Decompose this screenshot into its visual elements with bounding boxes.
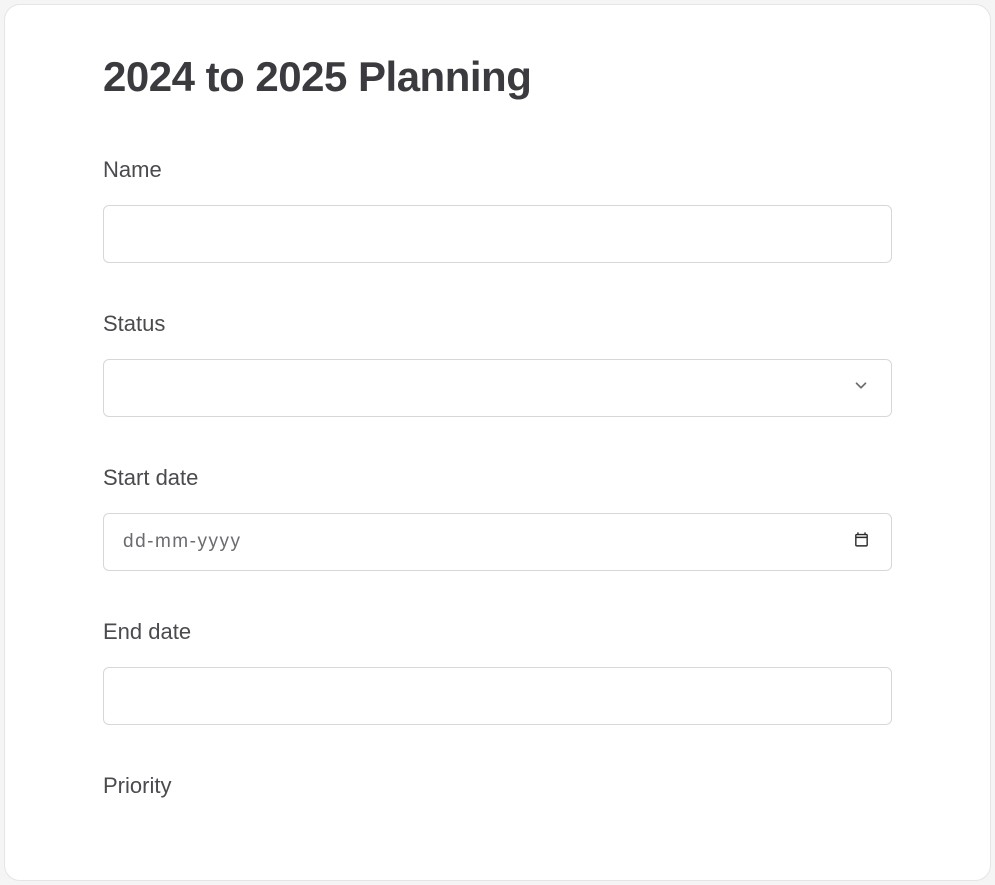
- field-status: Status: [103, 311, 892, 417]
- field-name: Name: [103, 157, 892, 263]
- start-date-display[interactable]: [103, 513, 892, 571]
- field-start-date: Start date dd-mm-yyyy: [103, 465, 892, 571]
- end-date-input[interactable]: [103, 667, 892, 725]
- end-date-label: End date: [103, 619, 892, 645]
- priority-label: Priority: [103, 773, 892, 799]
- name-label: Name: [103, 157, 892, 183]
- form-card: 2024 to 2025 Planning Name Status Start …: [4, 4, 991, 881]
- start-date-label: Start date: [103, 465, 892, 491]
- start-date-wrap: dd-mm-yyyy: [103, 513, 892, 571]
- page-title: 2024 to 2025 Planning: [103, 53, 892, 101]
- status-label: Status: [103, 311, 892, 337]
- status-select[interactable]: [103, 359, 892, 417]
- field-priority: Priority: [103, 773, 892, 799]
- field-end-date: End date: [103, 619, 892, 725]
- status-select-wrap: [103, 359, 892, 417]
- name-input[interactable]: [103, 205, 892, 263]
